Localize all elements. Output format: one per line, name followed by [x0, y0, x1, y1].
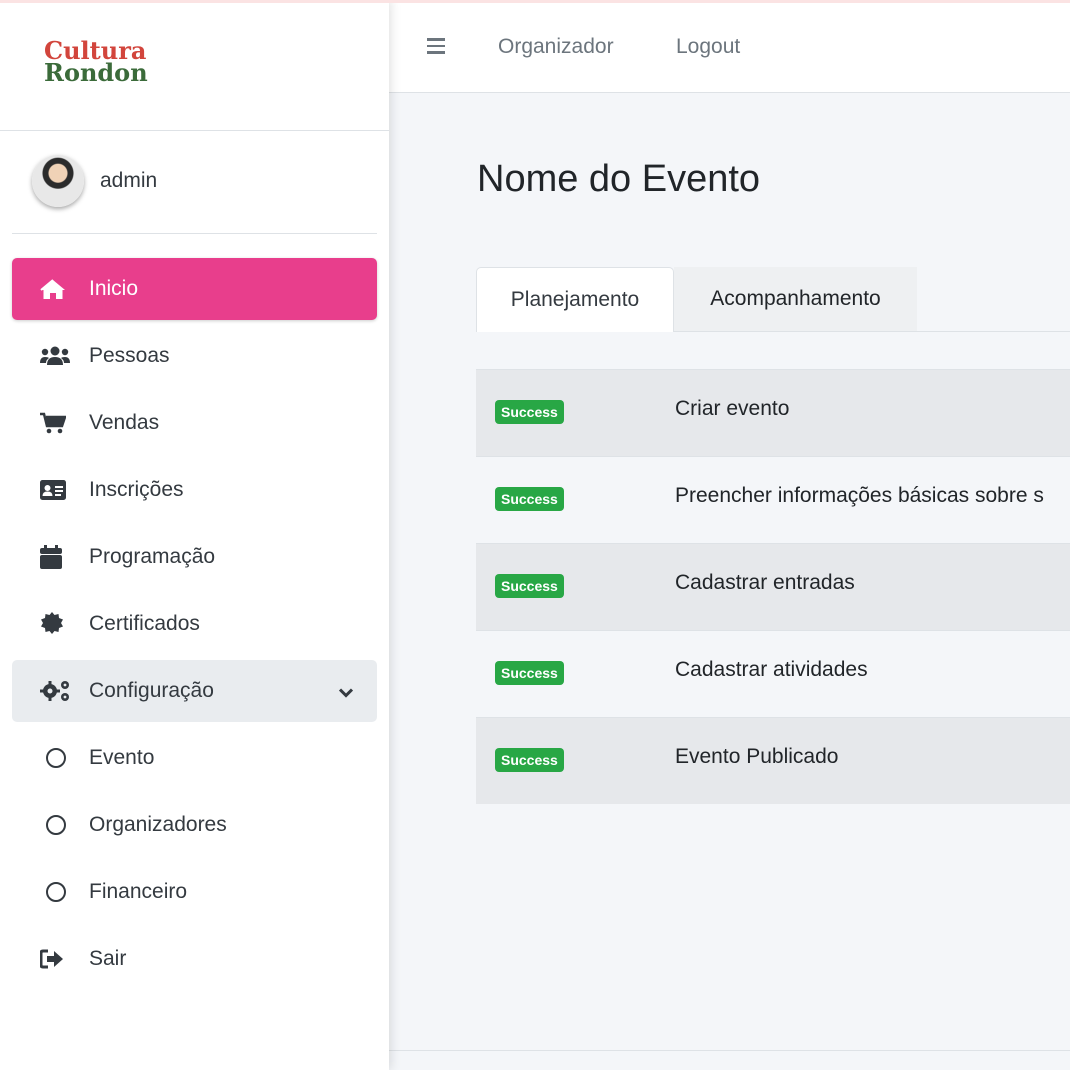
- footer-divider: [389, 1050, 1070, 1051]
- sidebar-item-programacao[interactable]: Programação: [12, 526, 377, 588]
- sidebar-item-label: Vendas: [89, 411, 160, 434]
- sidebar-item-certificados[interactable]: Certificados: [12, 593, 377, 655]
- sign-out-icon: [40, 949, 80, 969]
- sidebar-item-label: Evento: [89, 746, 155, 769]
- sidebar-item-organizadores[interactable]: Organizadores: [12, 794, 377, 856]
- circle-icon: [40, 748, 80, 768]
- status-badge: Success: [495, 400, 564, 424]
- sidebar-item-label: Inscrições: [89, 478, 184, 501]
- sidebar-item-label: Pessoas: [89, 344, 170, 367]
- circle-icon: [40, 882, 80, 902]
- nav-link-logout[interactable]: Logout: [676, 35, 740, 59]
- page-title: Nome do Evento: [477, 158, 761, 200]
- sidebar-item-label: Financeiro: [89, 880, 188, 903]
- sidebar-item-label: Configuração: [89, 679, 214, 702]
- home-icon: [40, 278, 80, 300]
- calendar-icon: [40, 545, 80, 569]
- status-badge: Success: [495, 661, 564, 685]
- users-icon: [40, 346, 80, 366]
- task-label: Cadastrar entradas: [675, 571, 855, 594]
- task-label: Evento Publicado: [675, 745, 839, 768]
- tab-acompanhamento[interactable]: Acompanhamento: [674, 267, 917, 331]
- sidebar-item-label: Certificados: [89, 612, 200, 635]
- task-label: Criar evento: [675, 397, 790, 420]
- sidebar-item-sair[interactable]: Sair: [12, 928, 377, 990]
- sidebar-item-financeiro[interactable]: Financeiro: [12, 861, 377, 923]
- circle-icon: [40, 815, 80, 835]
- sidebar-item-label: Inicio: [89, 277, 139, 300]
- sidebar-item-inicio[interactable]: Inicio: [12, 258, 377, 320]
- status-badge: Success: [495, 487, 564, 511]
- task-table: Success Criar evento Success Preencher i…: [476, 369, 1070, 804]
- sidebar-item-label: Programação: [89, 545, 216, 568]
- sidebar-item-label: Organizadores: [89, 813, 227, 836]
- top-navbar: Organizador Logout: [389, 0, 1070, 93]
- status-badge: Success: [495, 574, 564, 598]
- certificate-icon: [40, 612, 80, 636]
- logo[interactable]: Cultura Rondon: [44, 39, 148, 87]
- table-row: Success Cadastrar entradas: [476, 543, 1070, 630]
- avatar[interactable]: [32, 155, 84, 207]
- tab-bar: Planejamento Acompanhamento: [476, 267, 1070, 332]
- table-row: Success Criar evento: [476, 369, 1070, 456]
- sidebar-item-label: Sair: [89, 947, 127, 970]
- task-label: Preencher informações básicas sobre s: [675, 484, 1044, 507]
- cogs-icon: [40, 679, 80, 703]
- sidebar-item-evento[interactable]: Evento: [12, 727, 377, 789]
- username[interactable]: admin: [100, 169, 157, 193]
- sidebar-item-pessoas[interactable]: Pessoas: [12, 325, 377, 387]
- nav-link-organizador[interactable]: Organizador: [498, 35, 614, 59]
- sidebar: Cultura Rondon admin Inicio Pessoas Vend…: [0, 0, 389, 1070]
- sidebar-item-configuracao[interactable]: Configuração: [12, 660, 377, 722]
- chevron-down-icon: [338, 680, 354, 704]
- shopping-cart-icon: [40, 412, 80, 434]
- table-row: Success Evento Publicado: [476, 717, 1070, 804]
- user-panel: admin: [12, 131, 377, 234]
- menu-toggle-icon[interactable]: [427, 38, 445, 54]
- status-badge: Success: [495, 748, 564, 772]
- sidebar-item-vendas[interactable]: Vendas: [12, 392, 377, 454]
- table-row: Success Preencher informações básicas so…: [476, 456, 1070, 543]
- tab-planejamento[interactable]: Planejamento: [476, 267, 674, 332]
- table-row: Success Cadastrar atividades: [476, 630, 1070, 717]
- logo-line2: Rondon: [44, 58, 148, 87]
- id-card-icon: [40, 480, 80, 500]
- brand[interactable]: Cultura Rondon: [0, 0, 389, 131]
- sidebar-item-inscricoes[interactable]: Inscrições: [12, 459, 377, 521]
- task-label: Cadastrar atividades: [675, 658, 868, 681]
- sidebar-nav: Inicio Pessoas Vendas Inscrições Program…: [12, 258, 377, 995]
- top-border: [0, 0, 1070, 3]
